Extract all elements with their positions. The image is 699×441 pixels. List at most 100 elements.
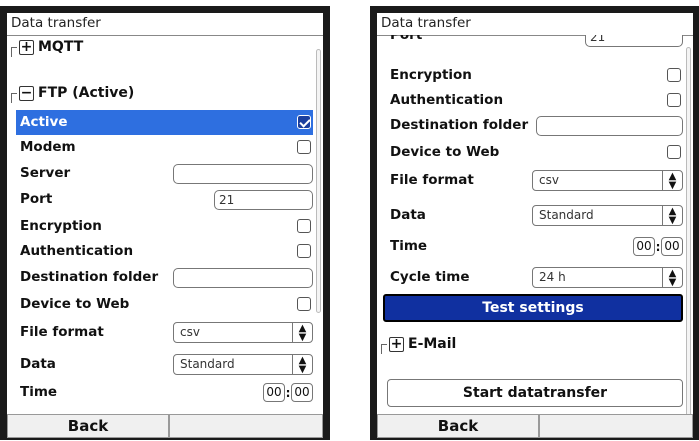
time-hours[interactable]: 00 <box>633 237 655 256</box>
row-destination-folder[interactable]: Destination folder <box>16 265 313 290</box>
destination-folder-input[interactable] <box>173 268 313 288</box>
file-format-select[interactable]: csv ▲ ▼ <box>173 322 313 343</box>
row-label: File format <box>20 324 104 340</box>
time-hours[interactable]: 00 <box>263 383 285 402</box>
data-select[interactable]: Standard ▲ ▼ <box>173 354 313 375</box>
group-ftp[interactable]: − FTP (Active) <box>11 83 311 105</box>
window-title: Data transfer <box>381 15 471 31</box>
data-select[interactable]: Standard ▲ ▼ <box>532 205 683 226</box>
file-format-select[interactable]: csv ▲ ▼ <box>532 170 683 191</box>
authentication-checkbox[interactable] <box>667 93 681 107</box>
up-down-arrows-icon[interactable]: ▲ ▼ <box>292 323 312 343</box>
collapse-icon[interactable]: − <box>19 86 34 101</box>
row-label: Server <box>20 165 71 181</box>
expand-icon[interactable]: + <box>19 40 34 55</box>
left-device-screen: Data transfer + MQTT − FTP (Active) Acti… <box>0 6 330 440</box>
row-device-to-web[interactable]: Device to Web <box>386 140 683 165</box>
row-time[interactable]: Time 00 : 00 <box>16 380 313 405</box>
tree-bracket <box>11 93 17 103</box>
select-value: csv <box>539 173 559 187</box>
time-minutes[interactable]: 00 <box>661 237 683 256</box>
row-label: Encryption <box>390 67 472 83</box>
select-value: Standard <box>539 208 594 222</box>
port-input[interactable]: 21 <box>585 35 683 47</box>
up-down-arrows-icon[interactable]: ▲ ▼ <box>662 206 682 226</box>
row-device-to-web[interactable]: Device to Web <box>16 292 313 317</box>
right-screen-content: Data transfer Port 21 Encryption Authent… <box>377 13 693 414</box>
row-label: File format <box>390 172 474 188</box>
time-input[interactable]: 00 : 00 <box>633 237 683 256</box>
row-label: Data <box>20 356 56 372</box>
tree-bracket <box>11 47 17 57</box>
up-down-arrows-icon[interactable]: ▲ ▼ <box>662 171 682 191</box>
row-authentication[interactable]: Authentication <box>386 88 683 113</box>
destination-folder-input[interactable] <box>536 116 683 136</box>
scrollbar[interactable] <box>316 49 321 313</box>
select-value: 24 h <box>539 270 566 284</box>
row-data[interactable]: Data Standard ▲ ▼ <box>386 203 683 228</box>
footer-bar: Back <box>377 414 693 438</box>
row-label: Time <box>20 384 58 400</box>
up-down-arrows-icon[interactable]: ▲ ▼ <box>662 268 682 288</box>
row-label: Data <box>390 207 426 223</box>
row-port[interactable]: Port 21 <box>16 187 313 212</box>
right-device-screen: Data transfer Port 21 Encryption Authent… <box>370 6 699 440</box>
row-label: Device to Web <box>20 296 130 312</box>
up-down-arrows-icon[interactable]: ▲ ▼ <box>292 355 312 375</box>
encryption-checkbox[interactable] <box>667 68 681 82</box>
row-server[interactable]: Server <box>16 161 313 186</box>
encryption-checkbox[interactable] <box>297 219 311 233</box>
scrollbar[interactable] <box>686 47 691 414</box>
footer-right-button[interactable] <box>539 414 693 438</box>
footer-bar: Back <box>7 414 323 438</box>
device-to-web-checkbox[interactable] <box>667 145 681 159</box>
expand-icon[interactable]: + <box>389 337 404 352</box>
group-email[interactable]: + E-Mail <box>381 334 671 356</box>
row-port[interactable]: Port 21 <box>386 35 683 47</box>
row-label: Cycle time <box>390 269 470 285</box>
modem-checkbox[interactable] <box>297 140 311 154</box>
group-label: E-Mail <box>408 336 457 352</box>
row-file-format[interactable]: File format csv ▲ ▼ <box>16 320 313 345</box>
row-label: Time <box>390 238 428 254</box>
device-to-web-checkbox[interactable] <box>297 297 311 311</box>
row-label: Port <box>20 191 53 207</box>
test-settings-button[interactable]: Test settings <box>383 294 683 322</box>
row-label: Active <box>20 114 68 130</box>
back-button[interactable]: Back <box>377 414 539 438</box>
group-label: MQTT <box>38 39 84 55</box>
time-minutes[interactable]: 00 <box>291 383 313 402</box>
row-active[interactable]: Active <box>16 110 313 135</box>
row-file-format[interactable]: File format csv ▲ ▼ <box>386 168 683 193</box>
authentication-checkbox[interactable] <box>297 244 311 258</box>
time-input[interactable]: 00 : 00 <box>263 383 313 402</box>
row-time[interactable]: Time 00 : 00 <box>386 234 683 259</box>
row-encryption[interactable]: Encryption <box>386 63 683 88</box>
start-datatransfer-button[interactable]: Start datatransfer <box>387 379 683 407</box>
title-divider <box>7 35 323 36</box>
active-checkbox[interactable] <box>297 115 311 129</box>
select-value: csv <box>180 325 200 339</box>
tree-bracket <box>381 344 387 354</box>
group-label: FTP (Active) <box>38 85 135 101</box>
select-value: Standard <box>180 357 235 371</box>
row-label: Device to Web <box>390 144 500 160</box>
cycle-time-select[interactable]: 24 h ▲ ▼ <box>532 267 683 288</box>
row-modem[interactable]: Modem <box>16 135 313 160</box>
row-label: Encryption <box>20 218 102 234</box>
row-data[interactable]: Data Standard ▲ ▼ <box>16 352 313 377</box>
window-title: Data transfer <box>11 15 101 31</box>
group-mqtt[interactable]: + MQTT <box>11 37 311 59</box>
back-button[interactable]: Back <box>7 414 169 438</box>
row-label: Port <box>390 35 423 43</box>
row-cycle-time[interactable]: Cycle time 24 h ▲ ▼ <box>386 265 683 290</box>
footer-right-button[interactable] <box>169 414 323 438</box>
server-input[interactable] <box>173 164 313 184</box>
row-destination-folder[interactable]: Destination folder <box>386 113 683 138</box>
row-label: Authentication <box>20 243 134 259</box>
row-label: Authentication <box>390 92 504 108</box>
row-label: Destination folder <box>390 117 529 133</box>
row-authentication[interactable]: Authentication <box>16 239 313 264</box>
port-input[interactable]: 21 <box>214 190 313 210</box>
row-encryption[interactable]: Encryption <box>16 214 313 239</box>
